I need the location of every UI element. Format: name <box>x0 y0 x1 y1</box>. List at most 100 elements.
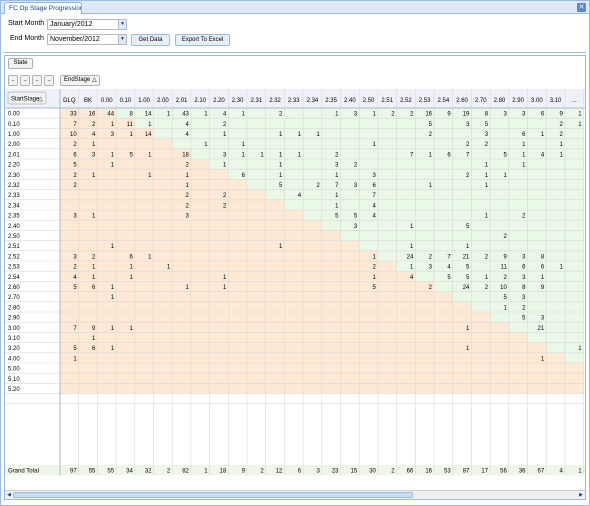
cell-background <box>321 220 341 231</box>
cell-background <box>60 240 79 251</box>
cell-background <box>396 138 416 149</box>
chevron-down-icon[interactable]: ▼ <box>118 35 126 44</box>
cell-background <box>434 118 453 129</box>
cell-background <box>434 342 453 353</box>
scroll-right-icon[interactable]: ▶ <box>577 491 585 499</box>
cell-background <box>78 352 98 363</box>
scrollbar-thumb[interactable] <box>13 492 413 498</box>
cell-background <box>303 373 322 384</box>
cell-background <box>134 301 154 312</box>
row-header: 2.53 <box>8 265 20 271</box>
cell-background <box>564 271 584 282</box>
cell-background <box>60 363 79 374</box>
cell-background <box>153 301 173 312</box>
tab-fc-op-stage-progression[interactable]: FC Op Stage Progression <box>4 2 82 14</box>
cell-background <box>546 179 565 190</box>
horizontal-scrollbar[interactable]: ◀ ▶ <box>5 490 585 499</box>
cell-value: 44 <box>107 112 114 118</box>
cell-background <box>97 332 117 343</box>
cell-background <box>303 138 322 149</box>
cell-background <box>134 291 154 302</box>
endstage-field-button[interactable]: EndStage △ <box>60 75 100 86</box>
cell-background <box>546 210 565 221</box>
cell-background <box>377 159 397 170</box>
cell-background <box>190 169 210 180</box>
scroll-left-icon[interactable]: ◀ <box>5 491 13 499</box>
cell-background <box>508 179 528 190</box>
collapse-button[interactable]: .. <box>20 75 30 86</box>
cell-background <box>490 199 509 210</box>
column-header: 2.31 <box>251 98 263 104</box>
start-month-select[interactable]: January/2012 ▼ <box>47 19 127 30</box>
cell-background <box>303 332 322 343</box>
collapse-button[interactable]: .. <box>44 75 54 86</box>
cell-background <box>527 363 547 374</box>
cell-background <box>228 159 247 170</box>
row-header: 2.90 <box>8 316 20 322</box>
cell-background <box>153 210 173 221</box>
cell-background <box>377 169 397 180</box>
cell-background <box>284 250 304 261</box>
cell-background <box>97 383 117 394</box>
close-icon[interactable]: ✕ <box>577 3 586 12</box>
cell-background <box>377 118 397 129</box>
cell-value: 11 <box>127 122 134 128</box>
cell-background <box>97 250 117 261</box>
cell-value: 16 <box>89 112 96 118</box>
cell-background <box>359 332 378 343</box>
state-field-button[interactable]: State <box>8 58 33 69</box>
cell-background <box>209 301 229 312</box>
cell-background <box>228 342 247 353</box>
cell-background <box>97 261 117 272</box>
cell-background <box>209 210 229 221</box>
cell-background <box>209 373 229 384</box>
end-month-select[interactable]: November/2012 ▼ <box>47 34 127 45</box>
cell-background <box>228 322 247 333</box>
cell-background <box>284 342 304 353</box>
collapse-button[interactable]: .. <box>8 75 18 86</box>
collapse-button[interactable]: .. <box>32 75 42 86</box>
cell-background <box>172 240 191 251</box>
cell-background <box>377 271 397 282</box>
cell-background <box>377 373 397 384</box>
cell-background <box>116 199 135 210</box>
cell-background <box>303 189 322 200</box>
cell-background <box>134 240 154 251</box>
cell-background <box>303 281 322 292</box>
cell-background <box>490 332 509 343</box>
cell-background <box>78 312 98 323</box>
chevron-down-icon[interactable]: ▼ <box>118 20 126 29</box>
cell-background <box>116 363 135 374</box>
cell-background <box>284 291 304 302</box>
cell-background <box>415 240 434 251</box>
cell-background <box>434 281 453 292</box>
column-header: BK <box>84 98 92 104</box>
cell-background <box>190 159 210 170</box>
column-header: 2.60 <box>456 98 468 104</box>
cell-background <box>247 261 266 272</box>
export-to-excel-button[interactable]: Export To Excel <box>175 34 230 46</box>
cell-background <box>190 322 210 333</box>
cell-background <box>209 352 229 363</box>
cell-background <box>527 301 547 312</box>
column-header: 0.00 <box>101 98 113 104</box>
cell-background <box>247 301 266 312</box>
cell-background <box>247 250 266 261</box>
cell-background <box>153 332 173 343</box>
cell-background <box>508 363 528 374</box>
cell-background <box>564 159 584 170</box>
cell-background <box>546 230 565 241</box>
cell-background <box>508 230 528 241</box>
get-data-button[interactable]: Get Data <box>131 34 170 46</box>
cell-background <box>228 179 247 190</box>
cell-background <box>546 271 565 282</box>
cell-background <box>396 363 416 374</box>
cell-background <box>303 199 322 210</box>
cell-background <box>228 230 247 241</box>
cell-background <box>247 352 266 363</box>
cell-background <box>172 138 191 149</box>
cell-background <box>228 210 247 221</box>
sort-asc-icon: △ <box>92 77 97 83</box>
cell-background <box>303 261 322 272</box>
cell-background <box>284 261 304 272</box>
